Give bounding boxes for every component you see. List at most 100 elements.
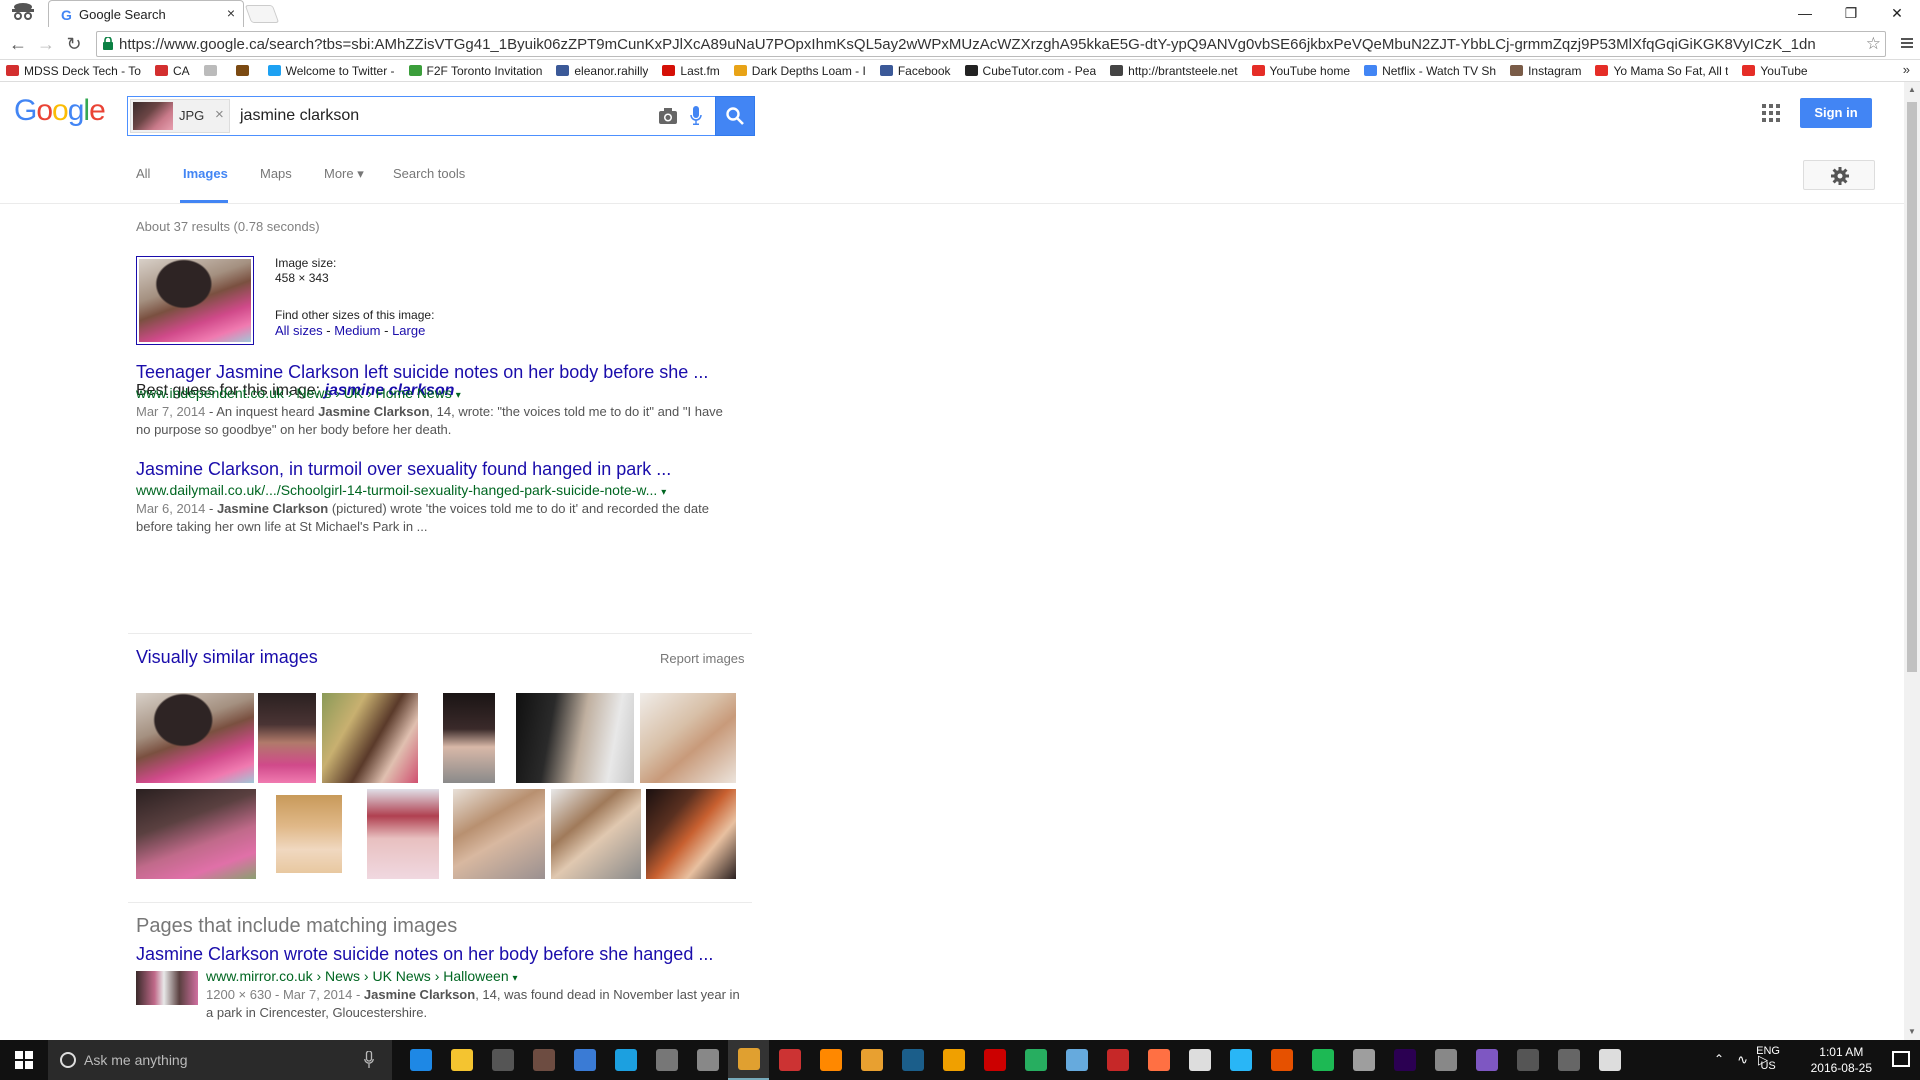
bookmark-item[interactable]: http://brantsteele.net (1110, 64, 1238, 78)
tab-maps[interactable]: Maps (260, 166, 292, 181)
similar-image-thumbnail[interactable] (640, 693, 736, 783)
taskbar-app-icon[interactable] (1384, 1040, 1425, 1080)
bookmark-item[interactable]: CubeTutor.com - Pea (964, 64, 1096, 78)
start-button[interactable] (0, 1040, 48, 1080)
bookmark-item[interactable] (235, 65, 254, 76)
bookmarks-overflow-icon[interactable]: » (1903, 62, 1910, 77)
taskbar-app-icon[interactable] (933, 1040, 974, 1080)
bookmark-item[interactable]: CA (154, 64, 190, 78)
taskbar-app-icon[interactable] (482, 1040, 523, 1080)
visually-similar-heading[interactable]: Visually similar images (136, 647, 318, 668)
taskbar-app-icon[interactable] (1548, 1040, 1589, 1080)
tray-expand-icon[interactable]: ⌃ (1714, 1052, 1724, 1066)
cortana-search[interactable]: Ask me anything (48, 1040, 392, 1080)
url-text[interactable]: https://www.google.ca/search?tbs=sbi:AMh… (119, 36, 1859, 53)
bookmark-item[interactable]: YouTube (1742, 64, 1808, 78)
taskbar-app-icon[interactable] (523, 1040, 564, 1080)
taskbar-app-icon[interactable] (605, 1040, 646, 1080)
input-language[interactable]: ENG US (1756, 1044, 1780, 1074)
bookmark-star-icon[interactable]: ☆ (1866, 34, 1881, 54)
bookmark-item[interactable]: Dark Depths Loam - I (733, 64, 866, 78)
result-menu-caret-icon[interactable]: ▾ (661, 487, 666, 498)
similar-image-thumbnail[interactable] (453, 789, 545, 879)
similar-image-thumbnail[interactable] (367, 789, 439, 879)
wifi-icon[interactable]: ∿ (1737, 1052, 1748, 1068)
taskbar-app-icon[interactable] (810, 1040, 851, 1080)
query-image[interactable] (136, 256, 254, 345)
similar-image-thumbnail[interactable] (646, 789, 736, 879)
search-input[interactable]: jasmine clarkson (240, 107, 359, 125)
taskbar-app-icon[interactable] (400, 1040, 441, 1080)
taskbar-app-icon[interactable] (1343, 1040, 1384, 1080)
all-sizes-link[interactable]: All sizes (275, 323, 323, 338)
taskbar-app-icon[interactable] (441, 1040, 482, 1080)
taskbar-app-icon[interactable] (1097, 1040, 1138, 1080)
scroll-thumb[interactable] (1907, 102, 1917, 672)
similar-image-thumbnail[interactable] (443, 693, 495, 783)
search-box[interactable]: JPG × jasmine clarkson (127, 96, 755, 136)
bookmark-item[interactable]: Yo Mama So Fat, All t (1595, 64, 1728, 78)
similar-image-thumbnail[interactable] (136, 693, 254, 783)
page-result-title[interactable]: Jasmine Clarkson wrote suicide notes on … (136, 944, 736, 965)
taskbar-app-icon[interactable] (1179, 1040, 1220, 1080)
clock[interactable]: 1:01 AM 2016-08-25 (1811, 1044, 1872, 1076)
incognito-avatar-icon[interactable] (8, 1, 38, 23)
taskbar-app-icon[interactable] (1589, 1040, 1630, 1080)
taskbar-app-icon[interactable] (1261, 1040, 1302, 1080)
tab-more[interactable]: More ▾ (324, 166, 364, 182)
taskbar-app-icon[interactable] (1466, 1040, 1507, 1080)
taskbar-app-icon[interactable] (769, 1040, 810, 1080)
settings-button[interactable] (1803, 160, 1875, 190)
taskbar-app-icon[interactable] (564, 1040, 605, 1080)
result-menu-caret-icon[interactable]: ▾ (513, 973, 518, 984)
large-size-link[interactable]: Large (392, 323, 425, 338)
window-close-icon[interactable]: ✕ (1874, 0, 1920, 26)
result-title[interactable]: Teenager Jasmine Clarkson left suicide n… (136, 362, 736, 383)
bookmark-item[interactable]: F2F Toronto Invitation (408, 64, 542, 78)
bookmark-item[interactable] (203, 65, 222, 76)
action-center-icon[interactable] (1892, 1051, 1910, 1067)
similar-image-thumbnail[interactable] (551, 789, 641, 879)
taskbar-app-icon[interactable] (728, 1040, 769, 1080)
forward-arrow-icon[interactable]: → (34, 32, 58, 56)
page-result-thumbnail[interactable] (136, 971, 198, 1005)
back-arrow-icon[interactable]: ← (6, 32, 30, 56)
bookmark-item[interactable]: Facebook (879, 64, 951, 78)
sign-in-button[interactable]: Sign in (1800, 98, 1872, 128)
search-image-chip[interactable]: JPG × (130, 99, 230, 133)
tab-close-icon[interactable]: × (227, 5, 235, 21)
microphone-icon[interactable] (690, 106, 702, 126)
taskbar-app-icon[interactable] (1507, 1040, 1548, 1080)
report-images-link[interactable]: Report images (660, 651, 745, 666)
similar-image-thumbnail[interactable] (516, 693, 634, 783)
tab-all[interactable]: All (136, 166, 150, 181)
similar-image-thumbnail[interactable] (136, 789, 256, 879)
bookmark-item[interactable]: Last.fm (662, 64, 720, 78)
taskbar-app-icon[interactable] (974, 1040, 1015, 1080)
page-scrollbar[interactable]: ▲ ▼ (1904, 82, 1920, 1040)
similar-image-thumbnail[interactable] (258, 693, 316, 783)
taskbar-app-icon[interactable] (687, 1040, 728, 1080)
restore-icon[interactable]: ❐ (1828, 0, 1874, 26)
bookmark-item[interactable]: Instagram (1510, 64, 1581, 78)
scroll-down-icon[interactable]: ▼ (1904, 1024, 1920, 1040)
chrome-menu-icon[interactable] (1900, 36, 1914, 50)
tab-search-tools[interactable]: Search tools (393, 166, 465, 181)
new-tab-button[interactable] (244, 5, 280, 23)
apps-grid-icon[interactable] (1762, 104, 1780, 122)
taskbar-app-icon[interactable] (646, 1040, 687, 1080)
taskbar-app-icon[interactable] (851, 1040, 892, 1080)
taskbar-app-icon[interactable] (1138, 1040, 1179, 1080)
reload-icon[interactable]: ↻ (62, 32, 86, 56)
cortana-mic-icon[interactable] (364, 1051, 374, 1069)
taskbar-app-icon[interactable] (1220, 1040, 1261, 1080)
result-title[interactable]: Jasmine Clarkson, in turmoil over sexual… (136, 459, 736, 480)
medium-size-link[interactable]: Medium (334, 323, 380, 338)
taskbar-app-icon[interactable] (1425, 1040, 1466, 1080)
taskbar-app-icon[interactable] (1056, 1040, 1097, 1080)
taskbar-app-icon[interactable] (892, 1040, 933, 1080)
taskbar-app-icon[interactable] (1015, 1040, 1056, 1080)
chip-remove-icon[interactable]: × (215, 106, 224, 123)
scroll-up-icon[interactable]: ▲ (1904, 82, 1920, 98)
address-bar[interactable]: https://www.google.ca/search?tbs=sbi:AMh… (96, 31, 1886, 57)
